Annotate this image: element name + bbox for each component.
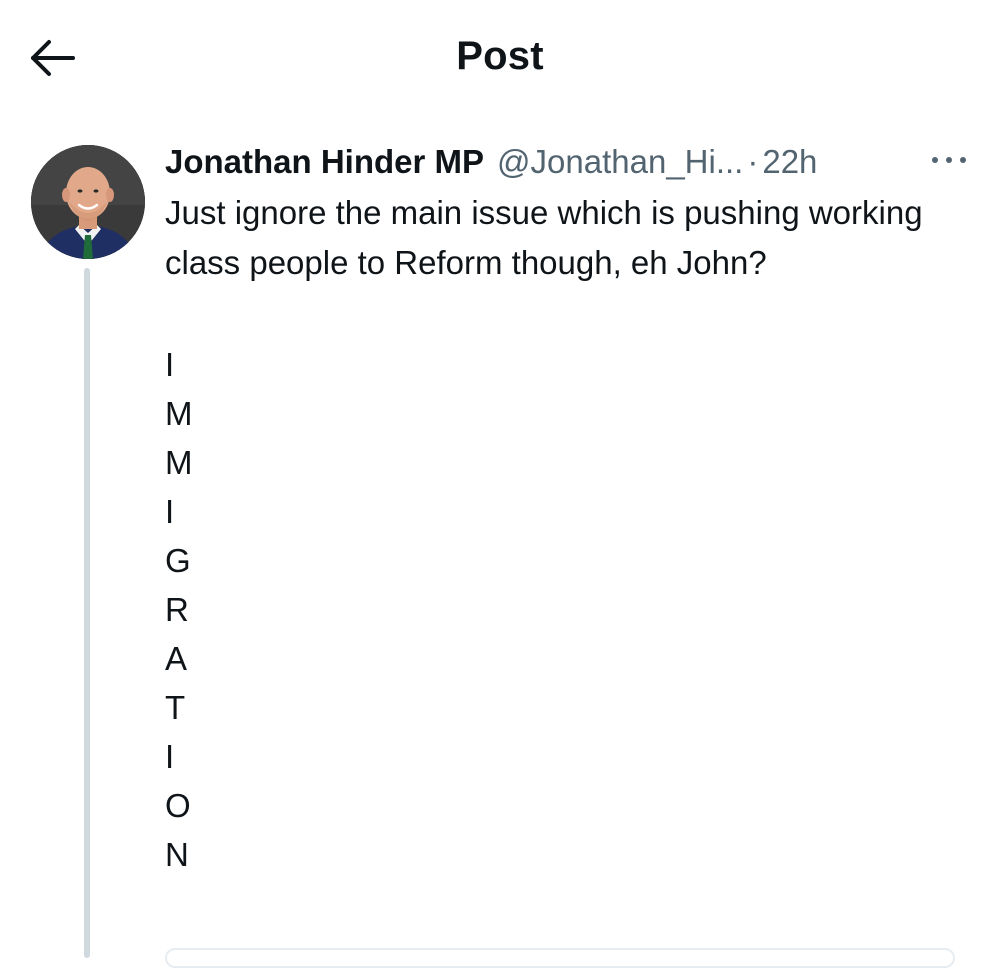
post: Jonathan Hinder MP @Jonathan_Hi... · 22h… [165,140,965,879]
letter: A [165,640,188,677]
top-bar: Post [0,0,1000,115]
post-text: Just ignore the main issue which is push… [165,194,923,281]
letter: T [165,689,186,726]
letter: M [165,395,193,432]
page-title: Post [456,34,544,78]
letter: R [165,591,189,628]
letter: O [165,787,191,824]
embedded-card-edge[interactable] [165,948,955,968]
letter: I [165,346,175,383]
letter: G [165,542,191,579]
letter: N [165,836,189,873]
letter: I [165,493,175,530]
thread-line [84,268,90,958]
post-header: Jonathan Hinder MP @Jonathan_Hi... · 22h [165,140,965,184]
vertical-word: I M M I G R A T I O N [165,340,965,879]
author-name[interactable]: Jonathan Hinder MP [165,140,484,184]
post-timestamp[interactable]: 22h [762,140,817,184]
letter: I [165,738,175,775]
profile-photo [31,145,145,259]
dot-separator: · [747,143,759,180]
avatar[interactable] [31,145,145,259]
author-handle[interactable]: @Jonathan_Hi... [497,140,743,184]
letter: M [165,444,193,481]
